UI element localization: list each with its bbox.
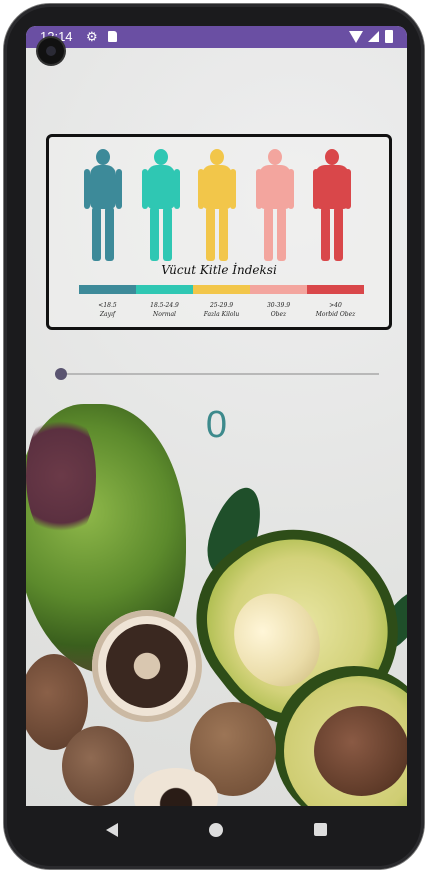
gear-icon: ⚙ [86,29,98,44]
bmi-title: Vücut Kitle İndeksi [161,263,277,277]
mushroom-image [62,726,134,806]
bmi-category-label: Normal [153,311,176,318]
slider-thumb[interactable] [55,368,67,380]
figure-normal [142,149,180,261]
battery-icon [385,30,393,43]
bmi-bar-segment [136,285,193,294]
recents-icon[interactable] [314,823,327,836]
bmi-color-bar [79,285,364,294]
bmi-category-label: Zayıf [99,311,116,318]
bmi-category-label: Fazla Kilolu [203,311,240,318]
bmi-value: 0 [205,404,228,446]
sdcard-icon [108,31,117,42]
figure-fazla-kilolu [198,149,236,261]
navigation-bar [4,806,426,854]
bmi-bar-segment [307,285,364,294]
bmi-category: 30-39.9 Obez [250,301,307,319]
bmi-chart-card: Vücut Kitle İndeksi <18.5 Zayıf 18.5-24.9 N… [46,134,392,330]
bmi-category-label: Morbid Obez [315,311,356,318]
bmi-category: <18.5 Zayıf [79,301,136,319]
wifi-icon [349,31,363,43]
front-camera [38,38,64,64]
bmi-bar-segment [79,285,136,294]
bmi-bar-segment [250,285,307,294]
slider-track[interactable] [61,373,379,375]
figure-zayif [84,149,122,261]
bmi-category-range: >40 [329,302,342,309]
status-bar: 12:14 ⚙ [26,26,407,48]
figure-morbid-obez [313,149,351,261]
figure-obez [256,149,294,261]
bmi-category-range: <18.5 [98,302,117,309]
back-icon[interactable] [106,823,118,837]
app-screen: Vücut Kitle İndeksi <18.5 Zayıf 18.5-24.9 N… [26,26,407,806]
signal-icon [368,31,379,42]
bmi-category: >40 Morbid Obez [307,301,364,319]
bmi-category-label: Obez [270,311,287,318]
home-icon[interactable] [209,823,223,837]
mushroom-gills [106,624,188,708]
bmi-bar-segment [193,285,250,294]
bmi-category: 18.5-24.9 Normal [136,301,193,319]
bmi-category-range: 30-39.9 [266,302,291,309]
bmi-category-range: 18.5-24.9 [150,302,179,309]
bmi-category: 25-29.9 Fazla Kilolu [193,301,250,319]
bmi-category-range: 25-29.9 [209,302,234,309]
avocado-pit [314,706,407,796]
